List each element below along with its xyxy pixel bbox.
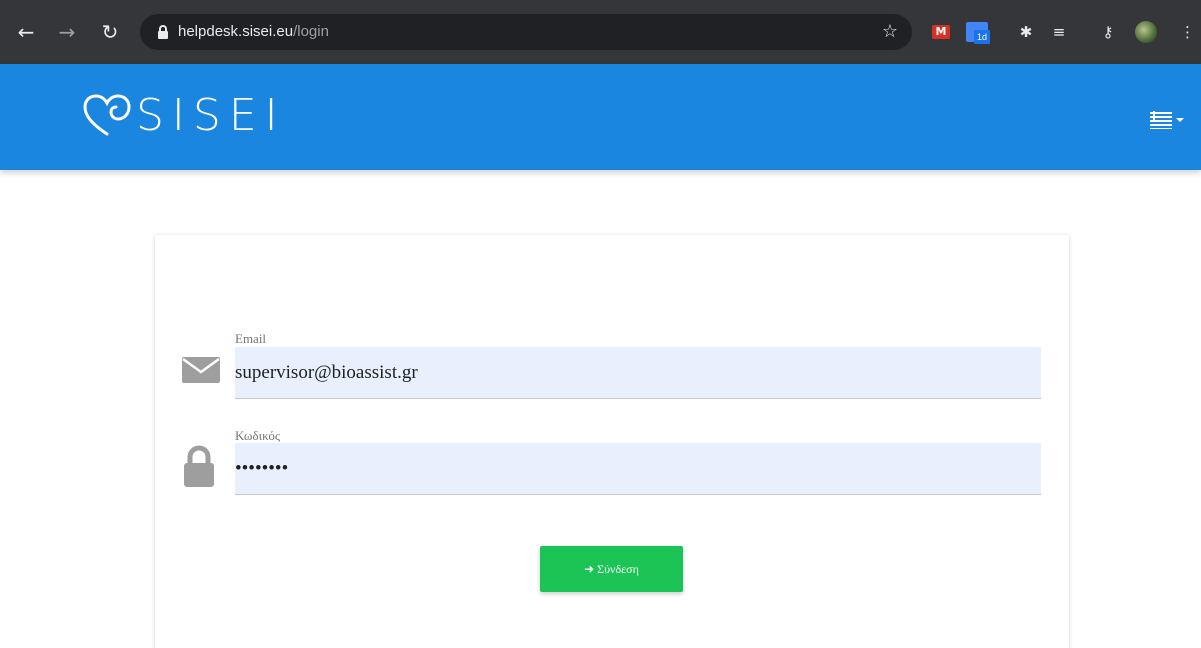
url-path: /login xyxy=(293,23,329,40)
login-button-label: Σύνδεση xyxy=(597,561,639,576)
url-text[interactable]: helpdesk.sisei.eu/login xyxy=(178,14,329,50)
address-bar[interactable]: helpdesk.sisei.eu/login ☆ xyxy=(140,14,912,50)
email-label: Email xyxy=(235,331,267,346)
email-field[interactable] xyxy=(235,347,1041,399)
forward-icon[interactable]: → xyxy=(55,20,79,44)
puzzle-icon[interactable]: ✱ xyxy=(1016,22,1036,42)
browser-toolbar: ← → ↻ helpdesk.sisei.eu/login ☆ M 1d ✱ ≡… xyxy=(0,0,1201,64)
lock-icon[interactable] xyxy=(158,25,168,39)
gmail-icon[interactable]: M xyxy=(932,25,950,39)
calendar-badge: 1d xyxy=(974,30,990,44)
profile-avatar[interactable] xyxy=(1135,21,1157,43)
url-host: helpdesk.sisei.eu xyxy=(178,23,294,40)
sisei-logo[interactable]: SISEI xyxy=(82,86,286,146)
greek-flag-icon xyxy=(1150,111,1172,129)
envelope-icon xyxy=(182,357,220,383)
login-button[interactable]: ➜ Σύνδεση xyxy=(540,546,683,592)
language-selector[interactable] xyxy=(1150,108,1184,132)
sign-in-icon: ➜ xyxy=(584,562,595,576)
heart-logo-icon xyxy=(83,94,131,136)
logo-text: SISEI xyxy=(136,90,286,141)
app-header: SISEI xyxy=(0,64,1201,170)
calendar-icon[interactable]: 1d xyxy=(966,22,990,44)
menu-icon[interactable]: ⋮ xyxy=(1180,22,1195,42)
lock-icon xyxy=(184,445,214,487)
password-field[interactable] xyxy=(235,443,1041,495)
password-label: Κωδικός xyxy=(235,428,280,443)
bookmark-star-icon[interactable]: ☆ xyxy=(882,14,898,50)
back-icon[interactable]: ← xyxy=(14,20,38,44)
chevron-down-icon xyxy=(1176,118,1184,122)
key-icon[interactable]: ⚷ xyxy=(1098,22,1118,42)
reload-icon[interactable]: ↻ xyxy=(98,20,122,44)
login-card: Email Κωδικός ➜ Σύνδεση xyxy=(155,235,1069,648)
media-icon[interactable]: ≡ xyxy=(1049,22,1069,42)
